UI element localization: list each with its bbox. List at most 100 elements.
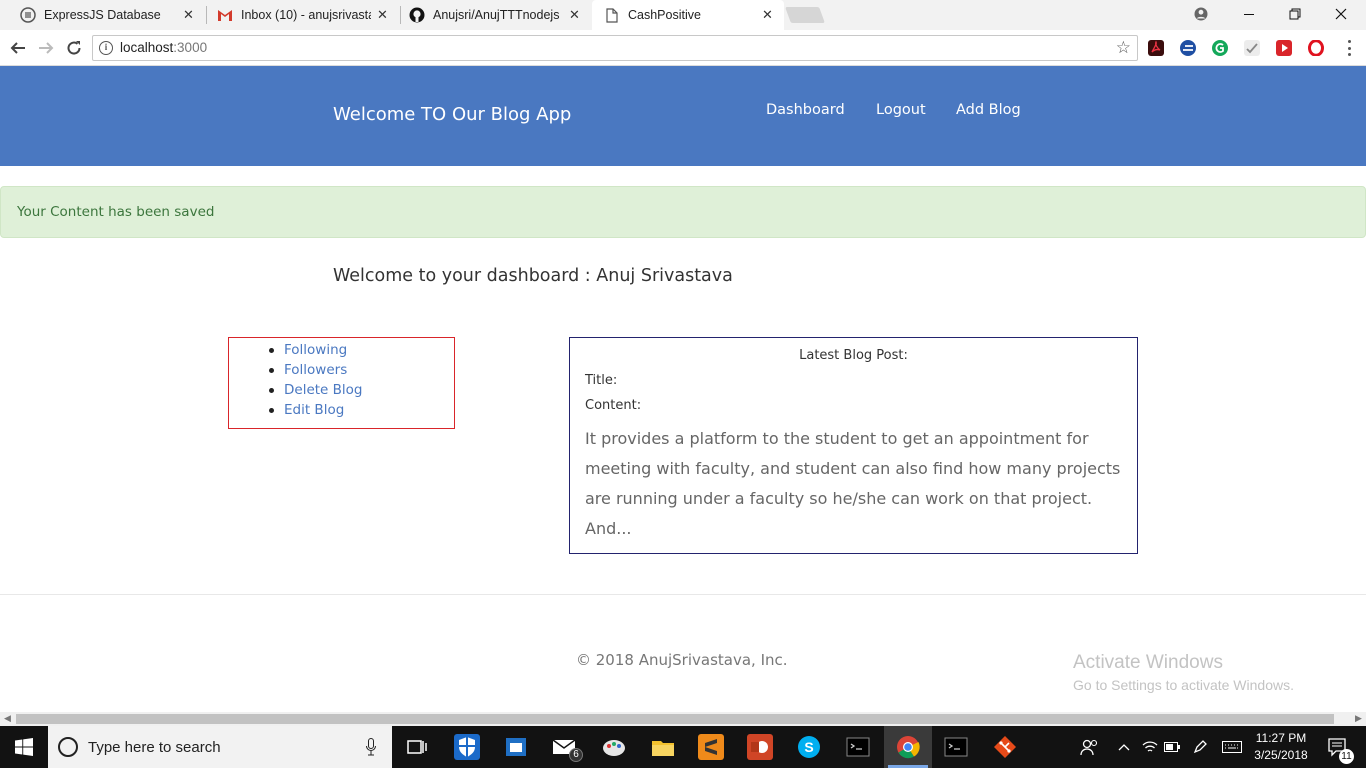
github-icon [409, 7, 425, 23]
tab-title: Anujsri/AnujTTTnodejs [433, 8, 560, 22]
back-arrow-icon[interactable] [6, 36, 30, 60]
terminal-icon[interactable] [845, 734, 871, 760]
mail-badge: 6 [569, 748, 583, 762]
success-alert: Your Content has been saved [0, 186, 1366, 238]
followers-link[interactable]: Followers [284, 362, 347, 378]
tab-cashpositive[interactable]: CashPositive ✕ [592, 0, 784, 30]
chrome-icon[interactable] [895, 734, 921, 760]
outlook-calendar-icon[interactable] [503, 734, 529, 760]
bookmark-star-icon[interactable]: ☆ [1116, 38, 1131, 58]
url-port: :3000 [173, 40, 208, 55]
activate-windows-title: Activate Windows [1073, 652, 1223, 673]
dashboard-title: Welcome to your dashboard : Anuj Srivast… [333, 266, 733, 286]
post-title-label: Title: [585, 373, 618, 388]
post-content-text: It provides a platform to the student to… [585, 429, 1121, 538]
profile-icon[interactable] [1178, 0, 1224, 28]
scrollbar-thumb[interactable] [16, 714, 1334, 724]
opera-icon[interactable] [1308, 39, 1324, 57]
alert-message: Your Content has been saved [17, 204, 215, 220]
cortana-icon [58, 737, 78, 757]
people-icon[interactable] [1076, 726, 1102, 768]
tab-github-repo[interactable]: Anujsri/AnujTTTnodejs ✕ [401, 0, 591, 30]
latest-post-box: Latest Blog Post: Title: Content: It pro… [569, 337, 1138, 554]
sublime-text-icon[interactable] [698, 734, 724, 760]
file-explorer-icon[interactable] [650, 734, 676, 760]
start-button[interactable] [0, 726, 48, 768]
powerpoint-icon[interactable] [747, 734, 773, 760]
page-icon [604, 7, 620, 23]
browser-toolbar: i localhost:3000 ☆ [0, 30, 1366, 66]
edit-blog-link[interactable]: Edit Blog [284, 402, 344, 418]
site-navbar: Welcome TO Our Blog App Dashboard Logout… [0, 66, 1366, 166]
notification-badge: 11 [1339, 749, 1354, 764]
page-viewport: Welcome TO Our Blog App Dashboard Logout… [0, 66, 1366, 712]
check-extension-icon[interactable] [1244, 40, 1260, 56]
horizontal-scrollbar[interactable]: ◀ ▶ [0, 712, 1366, 726]
gmail-icon [217, 7, 233, 23]
browser-menu-icon[interactable] [1344, 38, 1354, 58]
footer-divider [0, 594, 1366, 595]
tab-expressjs-database[interactable]: ExpressJS Database ✕ [0, 0, 205, 30]
task-view-icon[interactable] [404, 734, 430, 760]
speed-extension-icon[interactable] [1180, 40, 1196, 56]
chevron-up-icon[interactable] [1114, 726, 1134, 768]
wifi-icon[interactable] [1140, 726, 1160, 768]
list-item: Following [269, 340, 363, 360]
list-item: Followers [269, 360, 363, 380]
reload-icon[interactable] [62, 36, 86, 60]
nav-logout-link[interactable]: Logout [876, 102, 926, 118]
git-icon[interactable] [992, 734, 1018, 760]
address-bar[interactable]: i localhost:3000 ☆ [92, 35, 1138, 61]
tab-close-icon[interactable]: ✕ [377, 7, 389, 23]
following-link[interactable]: Following [284, 342, 347, 358]
list-item: Edit Blog [269, 400, 363, 420]
tab-title: ExpressJS Database [44, 8, 161, 22]
new-tab-button[interactable] [785, 7, 825, 23]
site-brand[interactable]: Welcome TO Our Blog App [333, 104, 571, 125]
mail-icon[interactable]: 6 [551, 734, 583, 762]
scroll-right-icon[interactable]: ▶ [1355, 712, 1362, 726]
restore-icon[interactable] [1272, 0, 1318, 28]
delete-blog-link[interactable]: Delete Blog [284, 382, 363, 398]
address-url: localhost:3000 [120, 40, 207, 55]
defender-icon[interactable] [454, 734, 480, 760]
latest-post-heading: Latest Blog Post: [799, 348, 908, 363]
close-window-icon[interactable] [1318, 0, 1364, 28]
clock-date: 3/25/2018 [1254, 748, 1308, 762]
nav-dashboard-link[interactable]: Dashboard [766, 102, 845, 118]
system-clock[interactable]: 11:27 PM 3/25/2018 [1246, 730, 1316, 764]
forward-arrow-icon[interactable] [34, 36, 58, 60]
browser-tab-bar: ExpressJS Database ✕ Inbox (10) - anujsr… [0, 0, 1366, 30]
search-placeholder: Type here to search [88, 739, 221, 756]
svg-text:S: S [804, 739, 813, 755]
microphone-icon[interactable] [366, 738, 376, 756]
tab-close-icon[interactable]: ✕ [569, 7, 581, 23]
pen-icon[interactable] [1190, 726, 1210, 768]
nav-add-blog-link[interactable]: Add Blog [956, 102, 1021, 118]
site-info-icon[interactable]: i [99, 41, 113, 55]
paint-icon[interactable] [601, 734, 627, 760]
skype-icon[interactable]: S [796, 734, 822, 760]
minimize-icon[interactable] [1226, 0, 1272, 28]
taskbar-search-box[interactable]: Type here to search [48, 726, 392, 768]
tab-title: Inbox (10) - anujsrivastav [241, 8, 371, 22]
clock-time: 11:27 PM [1255, 731, 1307, 745]
post-content-label: Content: [585, 398, 642, 413]
footer-copyright: © 2018 AnujSrivastava, Inc. [576, 651, 788, 669]
scroll-left-icon[interactable]: ◀ [4, 712, 11, 726]
tab-close-icon[interactable]: ✕ [183, 7, 195, 23]
tab-gmail-inbox[interactable]: Inbox (10) - anujsrivastav ✕ [207, 0, 399, 30]
pdf-extension-icon[interactable] [1148, 40, 1164, 56]
terminal-icon[interactable] [943, 734, 969, 760]
dashboard-links-list: Following Followers Delete Blog Edit Blo… [269, 340, 363, 420]
database-icon [20, 7, 36, 23]
dashboard-links-box: Following Followers Delete Blog Edit Blo… [228, 337, 455, 429]
video-extension-icon[interactable] [1276, 40, 1292, 56]
windows-logo-icon [15, 738, 33, 756]
grammarly-icon[interactable] [1212, 40, 1228, 56]
url-host: localhost [120, 40, 174, 55]
keyboard-icon[interactable] [1220, 726, 1244, 768]
tab-close-icon[interactable]: ✕ [762, 7, 774, 23]
action-center-icon[interactable]: 11 [1320, 726, 1354, 768]
battery-icon[interactable] [1162, 726, 1182, 768]
